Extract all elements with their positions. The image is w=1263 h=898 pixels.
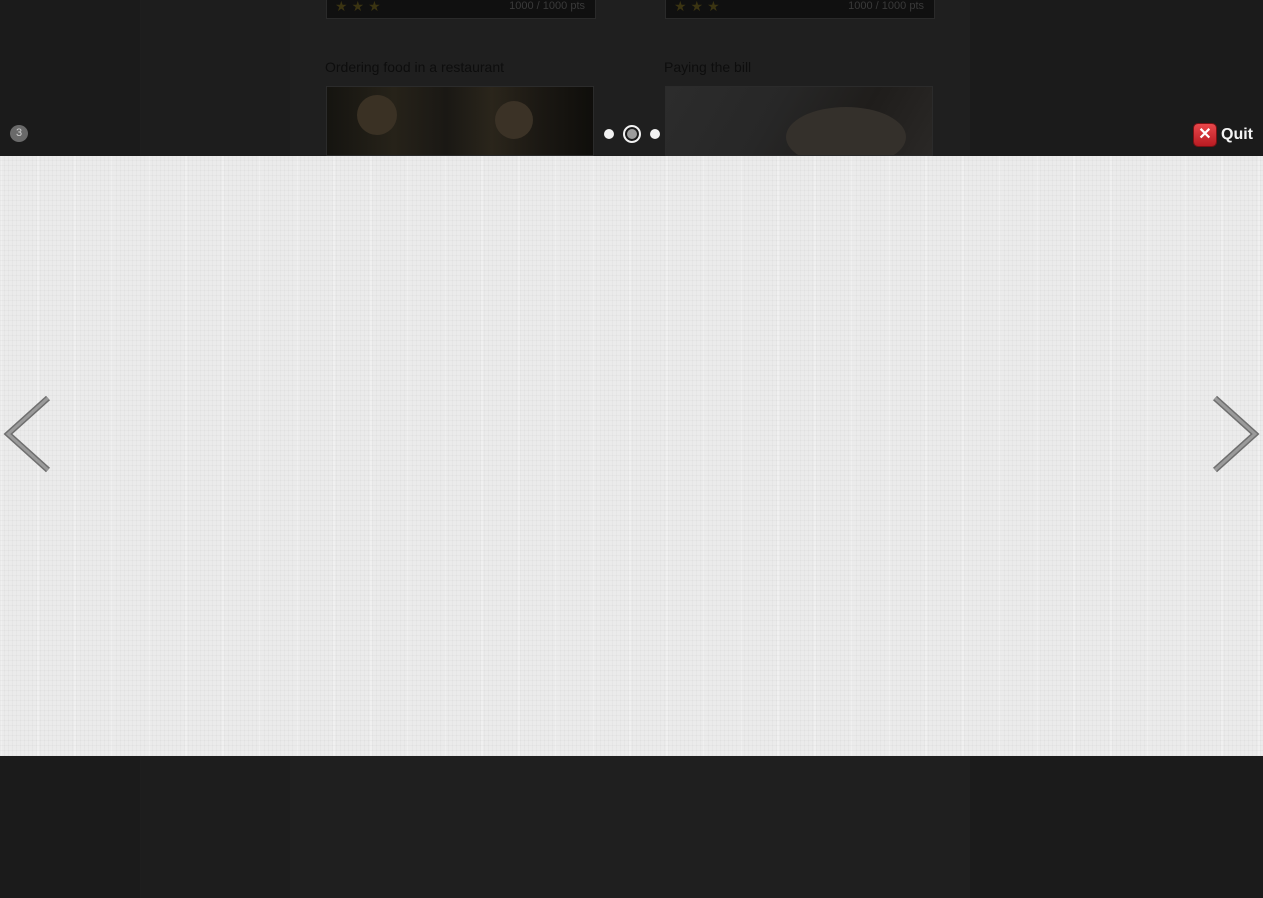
chevron-left-icon: [3, 395, 51, 473]
points-label: 1000 / 1000 pts: [509, 0, 585, 12]
quit-label: Quit: [1221, 126, 1253, 143]
pagination-dot-active[interactable]: [623, 125, 641, 143]
pagination-dots: [600, 124, 664, 144]
content-panel: [0, 156, 1263, 756]
next-button[interactable]: [1211, 395, 1263, 476]
person-figure: [357, 95, 397, 135]
lesson-thumbnail-restaurant: [326, 86, 594, 156]
star-rating: ★★★: [674, 0, 724, 14]
hand-figure: [786, 107, 906, 155]
lesson-title: Ordering food in a restaurant: [325, 59, 504, 75]
lesson-card-footer: ★★★ 1000 / 1000 pts: [665, 0, 935, 19]
pagination-dot[interactable]: [650, 129, 660, 139]
pagination-dot[interactable]: [604, 129, 614, 139]
previous-button[interactable]: [0, 395, 52, 476]
close-icon: ✕: [1194, 124, 1216, 146]
page-number-badge: 3: [10, 125, 28, 142]
person-figure: [495, 101, 533, 139]
points-label: 1000 / 1000 pts: [848, 0, 924, 12]
chevron-right-icon: [1212, 395, 1260, 473]
lesson-card-footer: ★★★ 1000 / 1000 pts: [326, 0, 596, 19]
quit-button[interactable]: ✕ Quit: [1194, 123, 1253, 147]
star-rating: ★★★: [335, 0, 385, 14]
lesson-thumbnail-bill: [665, 86, 933, 156]
lesson-title: Paying the bill: [664, 59, 752, 75]
